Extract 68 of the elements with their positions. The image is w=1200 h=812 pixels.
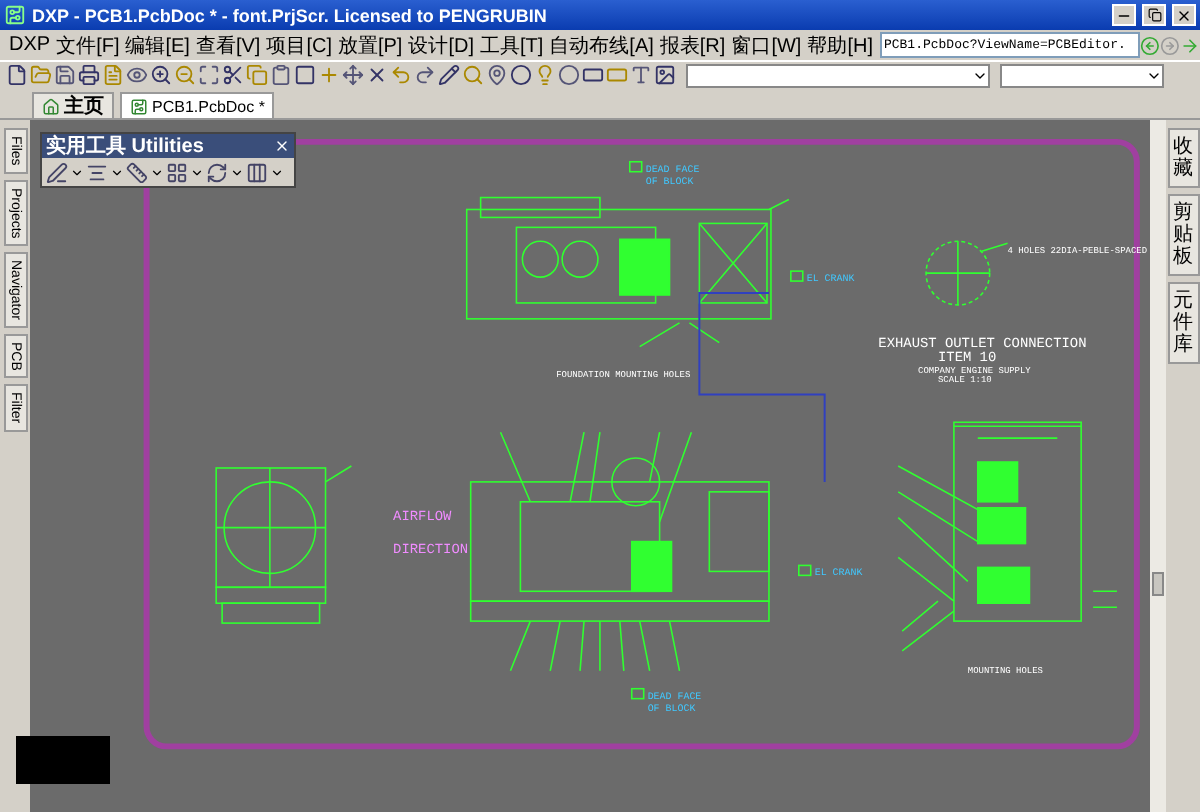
refresh-icon[interactable] bbox=[206, 161, 228, 183]
menu-item[interactable]: 报表[R] bbox=[656, 31, 729, 59]
pin-icon[interactable] bbox=[486, 64, 508, 86]
image-icon[interactable] bbox=[654, 64, 676, 86]
window-title: DXP - PCB1.PcbDoc * - font.PrjScr. Licensed to PENGRUBIN bbox=[32, 5, 549, 25]
text-icon[interactable] bbox=[630, 64, 652, 86]
restore-icon bbox=[1147, 8, 1161, 22]
align-icon[interactable] bbox=[86, 161, 108, 183]
minimize-button[interactable] bbox=[1112, 4, 1136, 26]
document-tab[interactable]: 主页 bbox=[32, 92, 114, 118]
scroll-thumb[interactable] bbox=[1152, 572, 1164, 596]
menu-item[interactable]: 窗口[W] bbox=[728, 31, 805, 59]
caret-icon[interactable] bbox=[70, 165, 84, 179]
marker-icon bbox=[628, 160, 643, 173]
marker-icon bbox=[790, 270, 804, 282]
menu-item[interactable]: 查看[V] bbox=[192, 31, 264, 59]
marker-icon bbox=[798, 564, 812, 577]
redo-icon[interactable] bbox=[414, 64, 436, 86]
menu-item[interactable]: 工具[T] bbox=[477, 31, 547, 59]
columns-icon[interactable] bbox=[246, 161, 268, 183]
menu-item[interactable]: 编辑[E] bbox=[122, 31, 193, 59]
print-icon[interactable] bbox=[78, 64, 100, 86]
menu-item[interactable]: DXP bbox=[6, 34, 54, 56]
close-icon bbox=[1176, 7, 1192, 23]
circle-icon[interactable] bbox=[510, 64, 532, 86]
paste-icon[interactable] bbox=[270, 64, 292, 86]
rectangle-icon[interactable] bbox=[582, 64, 604, 86]
zoom-in-icon[interactable] bbox=[150, 64, 172, 86]
menu-item[interactable]: 自动布线[A] bbox=[546, 31, 657, 59]
menu-item[interactable]: 文件[F] bbox=[53, 31, 123, 59]
menu-item[interactable]: 放置[P] bbox=[334, 31, 406, 59]
app-icon bbox=[4, 4, 26, 26]
caret-icon[interactable] bbox=[190, 165, 204, 179]
dropdown-field[interactable] bbox=[1000, 63, 1164, 87]
panel-tab[interactable]: 收藏 bbox=[1167, 128, 1199, 188]
eye-icon[interactable] bbox=[126, 64, 148, 86]
toolbar-title: 实用工具 Utilities bbox=[46, 132, 204, 160]
menu-item[interactable]: 项目[C] bbox=[263, 31, 335, 59]
new-file-icon[interactable] bbox=[6, 64, 28, 86]
select-rectangle-icon[interactable] bbox=[294, 64, 316, 86]
pen-icon[interactable] bbox=[46, 161, 68, 183]
grid-icon[interactable] bbox=[166, 161, 188, 183]
cross-icon[interactable] bbox=[366, 64, 388, 86]
panel-tab[interactable]: 元件库 bbox=[1167, 282, 1199, 364]
home-icon bbox=[42, 97, 60, 115]
dropdown-field[interactable] bbox=[686, 63, 990, 87]
pencil-icon[interactable] bbox=[438, 64, 460, 86]
save-icon[interactable] bbox=[54, 64, 76, 86]
ruler-icon[interactable] bbox=[126, 161, 148, 183]
menu-item[interactable]: 帮助[H] bbox=[804, 31, 876, 59]
caret-icon[interactable] bbox=[270, 165, 284, 179]
flange-drawing bbox=[925, 240, 1009, 306]
panel-tab[interactable]: 剪贴板 bbox=[1167, 194, 1199, 276]
caret-icon[interactable] bbox=[110, 165, 124, 179]
close-icon[interactable] bbox=[274, 138, 290, 154]
caret-icon[interactable] bbox=[230, 165, 244, 179]
move-icon[interactable] bbox=[342, 64, 364, 86]
fit-icon[interactable] bbox=[198, 64, 220, 86]
close-button[interactable] bbox=[1172, 4, 1196, 26]
circuit-board-icon bbox=[130, 97, 148, 115]
scrollbar[interactable] bbox=[1150, 120, 1166, 812]
preview-block bbox=[16, 736, 110, 784]
restore-button[interactable] bbox=[1142, 4, 1166, 26]
caret-icon[interactable] bbox=[150, 165, 164, 179]
document-tab[interactable]: PCB1.PcbDoc * bbox=[120, 92, 275, 118]
cut-icon[interactable] bbox=[222, 64, 244, 86]
marker-icon bbox=[630, 687, 645, 700]
menu-item[interactable]: 设计[D] bbox=[405, 31, 477, 59]
